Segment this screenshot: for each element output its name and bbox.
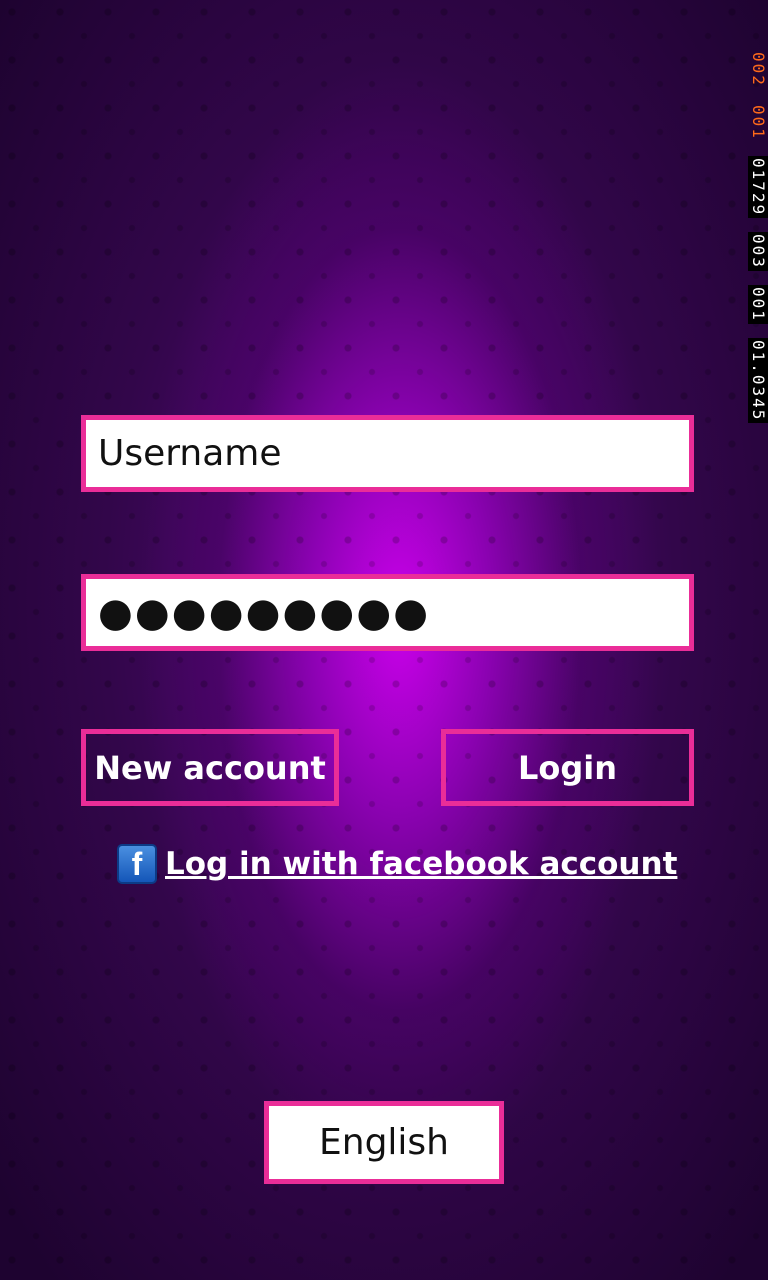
new-account-label: New account [94,748,326,787]
language-button[interactable]: English [264,1101,504,1184]
facebook-login-link[interactable]: Log in with facebook account [165,846,677,882]
password-field[interactable]: ●●●●●●●●● [81,574,694,651]
facebook-icon[interactable]: f [117,844,157,884]
login-label: Login [517,748,618,787]
username-field[interactable] [81,415,694,492]
username-input[interactable] [98,433,689,474]
new-account-button[interactable]: New account [81,729,339,806]
debug-counter: 001 [749,104,768,140]
language-label: English [319,1122,449,1163]
debug-counter: 003 [748,231,768,271]
login-button[interactable]: Login [441,729,694,806]
debug-counter: 002 [749,52,768,87]
facebook-login-row[interactable]: f Log in with facebook account [117,841,677,887]
debug-counter: 001 [748,284,768,324]
debug-counter: 01729 [748,155,768,218]
debug-counter: 01.0345 [748,337,768,424]
password-input[interactable]: ●●●●●●●●● [98,590,430,636]
debug-frame-counters: 002 001 01729 003 001 01.0345 [748,50,768,424]
